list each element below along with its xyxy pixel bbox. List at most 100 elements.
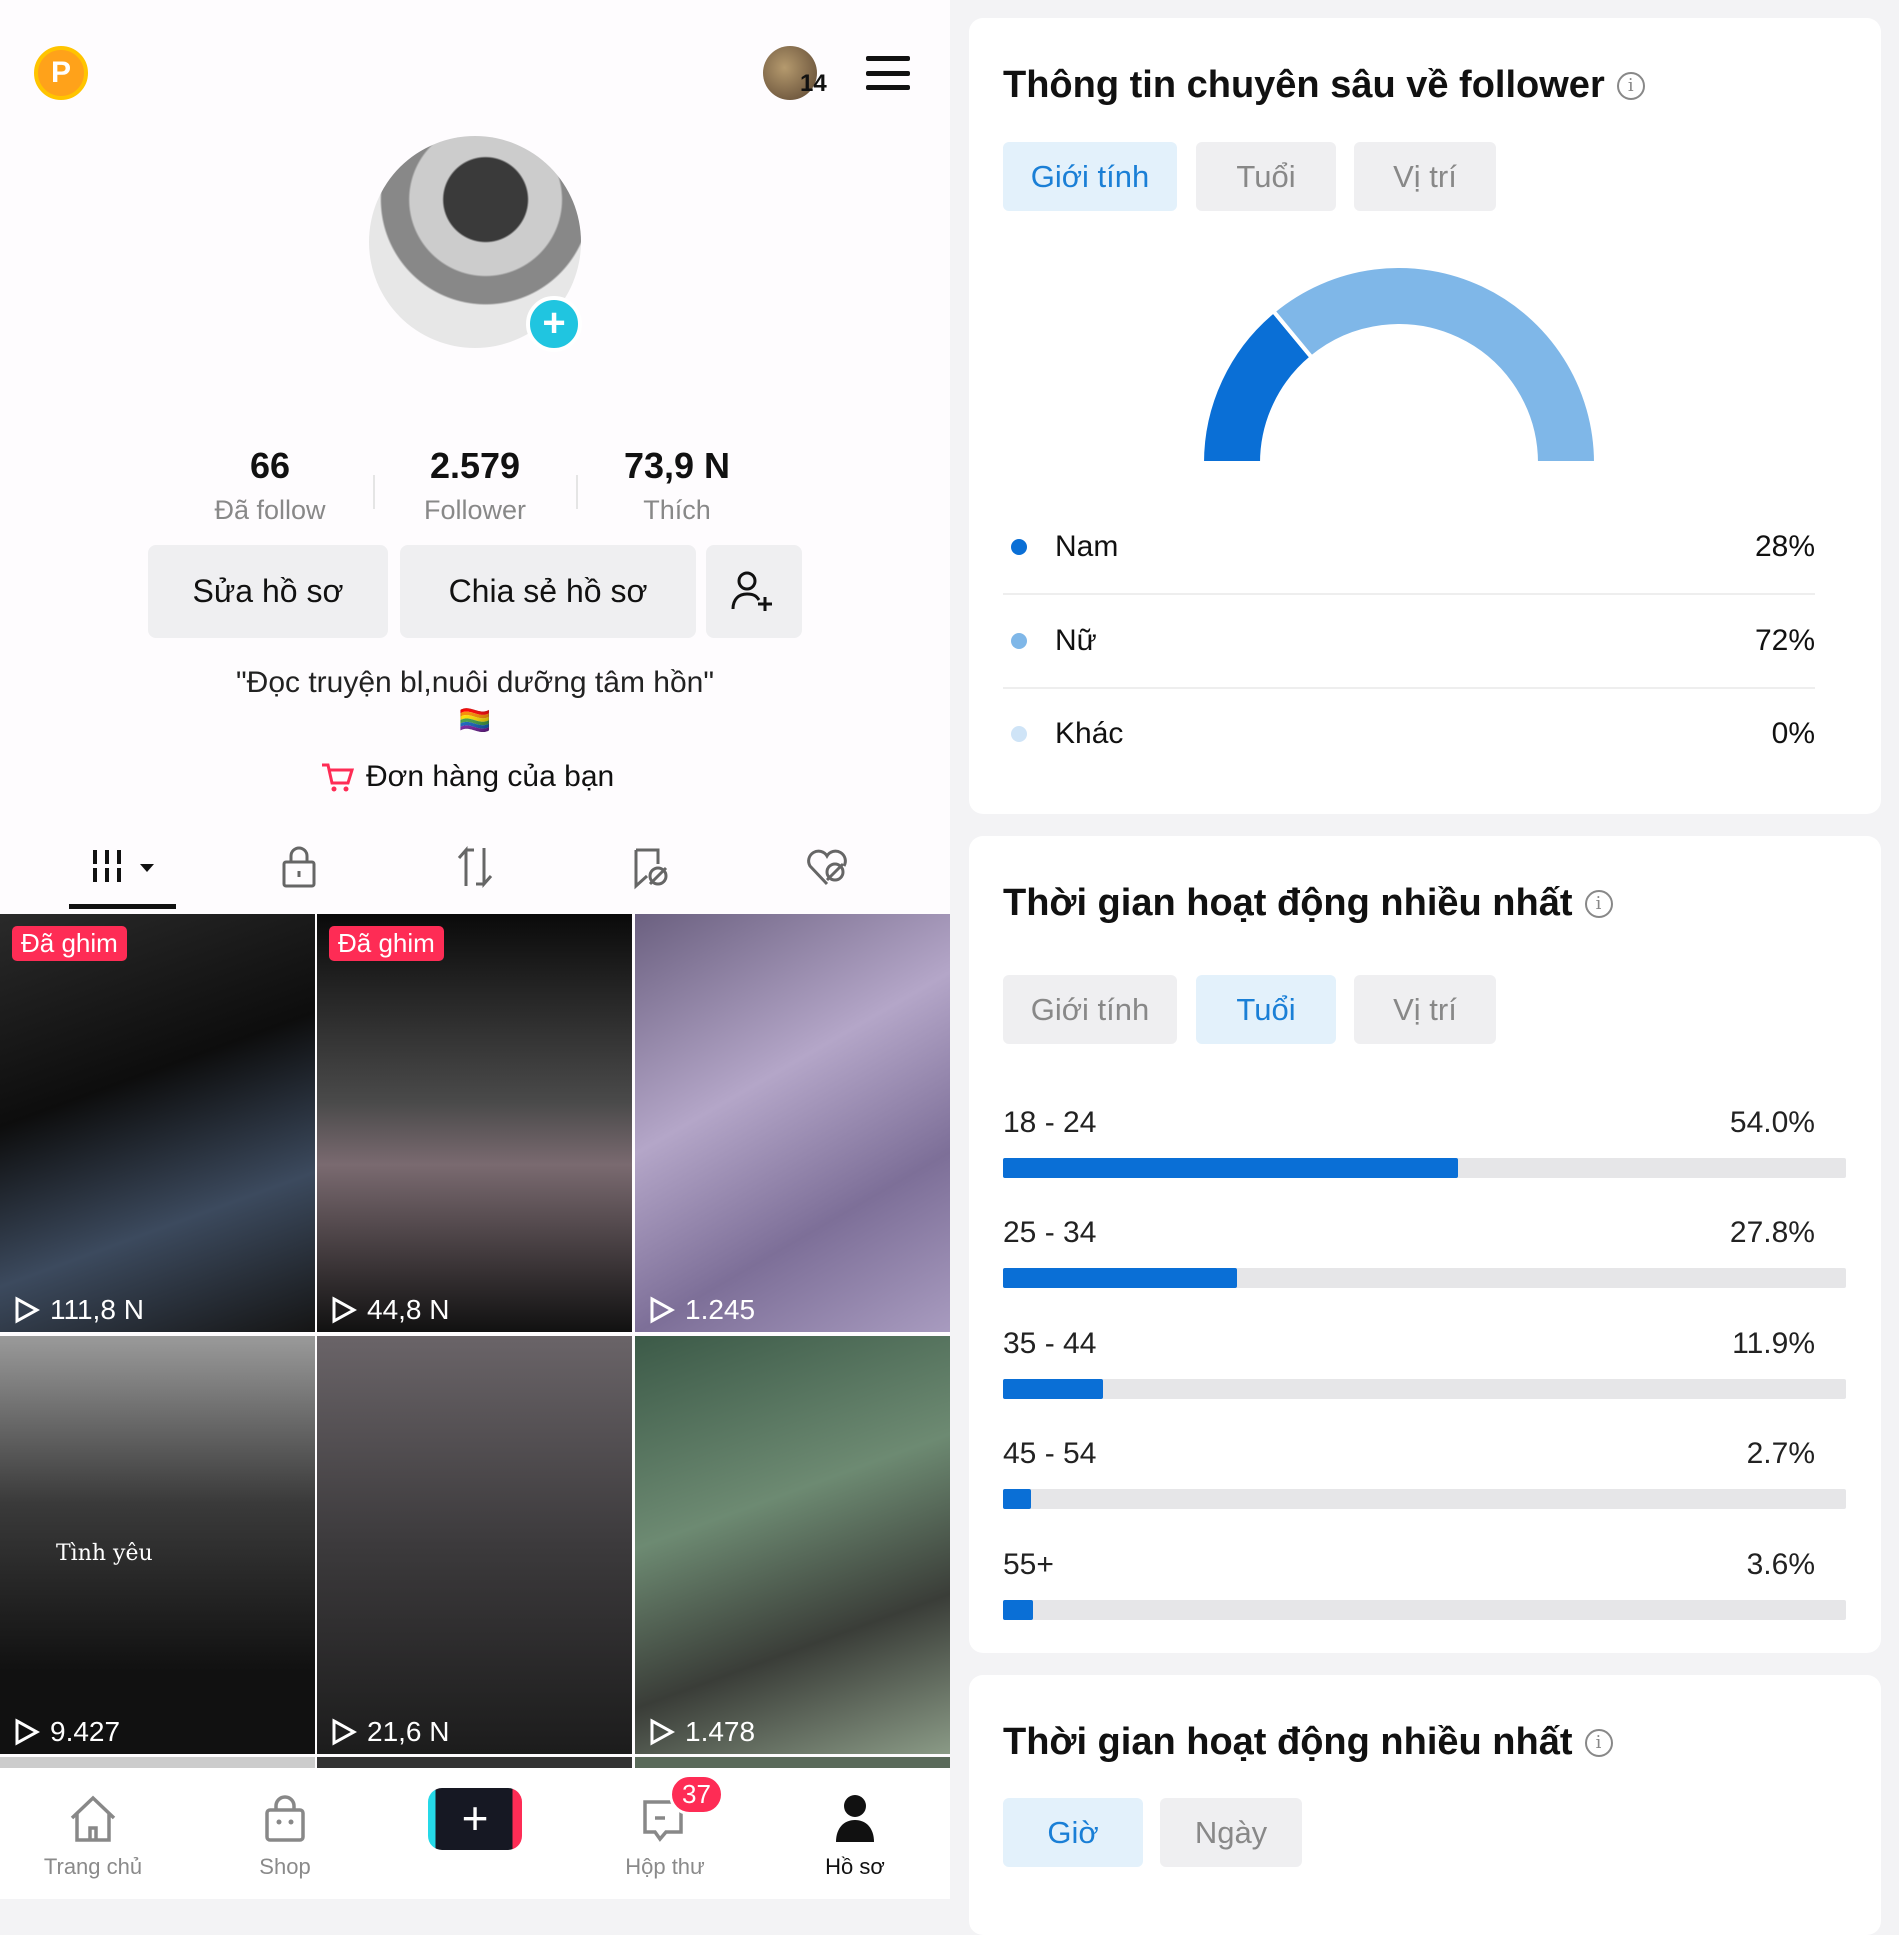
tab-location[interactable]: Vị trí xyxy=(1354,142,1496,211)
tab-liked[interactable] xyxy=(802,844,852,890)
add-avatar-icon[interactable]: + xyxy=(526,296,582,352)
age-bar xyxy=(1003,1158,1459,1178)
age-row: 25 - 34 27.8% xyxy=(1003,1216,1815,1250)
lock-icon xyxy=(282,846,316,888)
bio-text: "Đọc truyện bl,nuôi dưỡng tâm hồn" xyxy=(236,666,714,699)
card-title: Thời gian hoạt động nhiều nhất i xyxy=(1003,1721,1613,1764)
age-label: 25 - 34 xyxy=(1003,1216,1097,1249)
video-tile[interactable]: Đã ghim 111,8 N xyxy=(0,914,315,1332)
age-bar xyxy=(1003,1489,1031,1509)
age-value: 2.7% xyxy=(1746,1437,1815,1470)
tab-age[interactable]: Tuổi xyxy=(1196,975,1336,1044)
age-value: 54.0% xyxy=(1729,1106,1815,1139)
video-tile-partial[interactable] xyxy=(317,1757,632,1768)
nav-create[interactable]: + xyxy=(385,1768,565,1854)
divider xyxy=(1003,687,1815,689)
play-icon xyxy=(332,1296,357,1324)
legend-dot xyxy=(1011,633,1027,649)
coin-icon[interactable]: P xyxy=(34,46,88,100)
stat-likes[interactable]: 73,9 N Thích xyxy=(577,445,777,526)
age-row: 35 - 44 11.9% xyxy=(1003,1327,1815,1361)
stat-label: Follower xyxy=(423,495,527,525)
title-text: Thời gian hoạt động nhiều nhất xyxy=(1003,882,1573,924)
video-tile[interactable]: 1.245 xyxy=(635,914,950,1332)
pinned-badge: Đã ghim xyxy=(12,926,127,961)
tab-day[interactable]: Ngày xyxy=(1160,1798,1302,1867)
view-count: 1.478 xyxy=(649,1716,755,1748)
notification-count: 14 xyxy=(800,70,827,97)
age-label: 45 - 54 xyxy=(1003,1437,1097,1470)
tab-location[interactable]: Vị trí xyxy=(1354,975,1496,1044)
saved-hidden-icon xyxy=(634,848,668,890)
age-row: 45 - 54 2.7% xyxy=(1003,1437,1815,1471)
video-tile-partial[interactable] xyxy=(635,1757,950,1768)
activity-time-card: Thời gian hoạt động nhiều nhất i Giờ Ngày xyxy=(969,1675,1881,1935)
stat-value: 2.579 xyxy=(429,445,521,486)
edit-profile-button[interactable]: Sửa hồ sơ xyxy=(148,545,388,638)
view-count: 111,8 N xyxy=(14,1294,144,1326)
stat-label: Thích xyxy=(643,495,711,525)
orders-link[interactable]: Đơn hàng của bạn xyxy=(320,760,614,794)
stat-value: 73,9 N xyxy=(623,445,731,486)
age-bar xyxy=(1003,1379,1104,1399)
stat-following[interactable]: 66 Đã follow xyxy=(170,445,370,526)
bottom-nav: Trang chủ Shop + Hộp thư 37 Hồ sơ xyxy=(0,1768,950,1899)
video-tile[interactable]: 1.478 xyxy=(635,1336,950,1754)
tab-age[interactable]: Tuổi xyxy=(1196,142,1336,211)
video-tile[interactable]: 21,6 N xyxy=(317,1336,632,1754)
shop-bag-icon xyxy=(265,1795,305,1842)
profile-screen: P 14 + 66 Đã follow 2.579 Follower 73,9 N T… xyxy=(0,0,950,1899)
video-tile[interactable]: Tình yêu 9.427 xyxy=(0,1336,315,1754)
view-count-text: 9.427 xyxy=(50,1716,121,1747)
nav-label: Trang chủ xyxy=(43,1854,143,1879)
menu-icon[interactable] xyxy=(866,56,910,90)
nav-label: Hộp thư xyxy=(625,1854,705,1879)
nav-label: Shop xyxy=(259,1854,311,1879)
card-title: Thông tin chuyên sâu về follower i xyxy=(1003,64,1645,107)
nav-label: Hồ sơ xyxy=(825,1854,885,1879)
info-icon[interactable]: i xyxy=(1616,71,1645,100)
video-tile[interactable]: Đã ghim 44,8 N xyxy=(317,914,632,1332)
view-count: 1.245 xyxy=(649,1294,755,1326)
follower-insights-card: Thông tin chuyên sâu về follower i Giới t… xyxy=(969,18,1881,814)
view-count-text: 1.245 xyxy=(685,1294,756,1325)
age-bar xyxy=(1003,1600,1034,1620)
age-bar-track xyxy=(1003,1600,1846,1620)
view-count-text: 21,6 N xyxy=(367,1716,450,1747)
nav-inbox[interactable]: Hộp thư 37 xyxy=(575,1768,755,1880)
title-text: Thời gian hoạt động nhiều nhất xyxy=(1003,1721,1573,1763)
liked-hidden-icon xyxy=(807,849,847,886)
tab-videos[interactable] xyxy=(90,844,162,890)
donut-slice-Nữ xyxy=(1270,264,1599,465)
play-icon xyxy=(332,1718,357,1746)
age-value: 11.9% xyxy=(1732,1327,1815,1360)
add-friend-button[interactable] xyxy=(706,545,802,638)
stat-followers[interactable]: 2.579 Follower xyxy=(375,445,575,526)
tab-gender[interactable]: Giới tính xyxy=(1003,975,1177,1044)
tab-saved[interactable] xyxy=(626,844,676,890)
legend-label: Nữ xyxy=(1055,624,1097,657)
activity-age-card: Thời gian hoạt động nhiều nhất i Giới tín… xyxy=(969,836,1881,1653)
tab-private[interactable] xyxy=(274,844,324,890)
nav-profile[interactable]: Hồ sơ xyxy=(765,1768,945,1880)
age-label: 55+ xyxy=(1003,1548,1054,1581)
nav-home[interactable]: Trang chủ xyxy=(3,1768,183,1880)
age-bar-track xyxy=(1003,1268,1846,1288)
legend-dot xyxy=(1011,726,1027,742)
view-count-text: 111,8 N xyxy=(50,1294,144,1325)
tab-gender[interactable]: Giới tính xyxy=(1003,142,1177,211)
info-icon[interactable]: i xyxy=(1584,1728,1613,1757)
legend-row-other: Khác 0% xyxy=(1003,714,1815,754)
age-value: 3.6% xyxy=(1746,1548,1815,1581)
legend-value: 72% xyxy=(1754,624,1815,657)
age-value: 27.8% xyxy=(1729,1216,1815,1249)
share-profile-button[interactable]: Chia sẻ hồ sơ xyxy=(400,545,696,638)
legend-label: Khác xyxy=(1055,717,1124,750)
tab-reposts[interactable] xyxy=(450,844,500,890)
tab-hour[interactable]: Giờ xyxy=(1003,1798,1143,1867)
age-label: 35 - 44 xyxy=(1003,1327,1097,1360)
age-row: 18 - 24 54.0% xyxy=(1003,1106,1815,1140)
video-tile-partial[interactable] xyxy=(0,1757,315,1768)
nav-shop[interactable]: Shop xyxy=(195,1768,375,1880)
info-icon[interactable]: i xyxy=(1584,889,1613,918)
